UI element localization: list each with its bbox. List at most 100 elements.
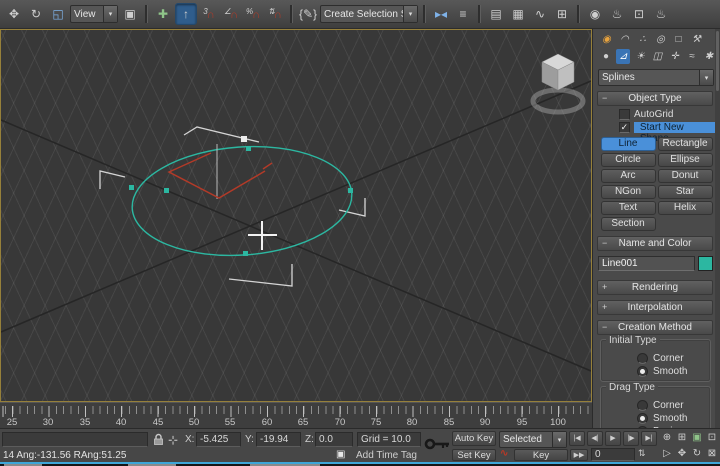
viewcube-ring[interactable] [533, 90, 583, 112]
key-tangent-icon[interactable]: ∿ [500, 448, 508, 459]
zoom-all-button[interactable]: ⊞ [675, 431, 689, 445]
shape-button-helix[interactable]: Helix [658, 201, 713, 215]
select-and-move-button[interactable]: ✥ [4, 4, 24, 24]
z-coordinate-field[interactable]: 0.0 [315, 432, 353, 447]
spline-vertex[interactable] [348, 188, 353, 193]
add-time-tag[interactable]: Add Time Tag [356, 450, 417, 461]
rollout-name-and-color[interactable]: − Name and Color [597, 236, 713, 251]
snap-toggle-3d-button[interactable]: 3∩ [199, 4, 219, 24]
category-cameras[interactable]: ◫ [650, 49, 664, 64]
object-color-swatch[interactable] [698, 256, 713, 271]
pan-view-button[interactable]: ✥ [675, 448, 689, 460]
keyboard-shortcut-override-button[interactable]: ↑ [175, 3, 197, 25]
viewcube[interactable] [529, 44, 587, 120]
tab-utilities[interactable]: ⚒ [689, 32, 704, 47]
shape-button-rectangle[interactable]: Rectangle [658, 137, 713, 151]
tab-modify[interactable]: ◠ [617, 32, 632, 47]
tab-hierarchy[interactable]: ∴ [635, 32, 650, 47]
shape-button-ngon[interactable]: NGon [601, 185, 656, 199]
panel-scrollbar[interactable] [715, 29, 720, 428]
previous-frame-button[interactable]: ◀| [587, 431, 603, 446]
y-coordinate-field[interactable]: -19.94 [256, 432, 301, 447]
layer-manager-button[interactable]: ▤ [486, 4, 506, 24]
start-new-shape-checkbox[interactable]: ✓ [619, 122, 630, 133]
shape-button-star[interactable]: Star [658, 185, 713, 199]
shape-button-ellipse[interactable]: Ellipse [658, 153, 713, 167]
curve-editor-button[interactable]: ∿ [530, 4, 550, 24]
spinner-snap-button[interactable]: ⇅∩ [265, 4, 285, 24]
shape-button-section[interactable]: Section [601, 217, 656, 231]
tab-create[interactable]: ◉ [599, 32, 614, 47]
category-systems[interactable]: ✱ [702, 49, 716, 64]
perspective-viewport[interactable] [0, 29, 592, 402]
go-to-start-button[interactable]: |◀ [569, 431, 585, 446]
category-helpers[interactable]: ✛ [668, 49, 682, 64]
select-and-scale-button[interactable]: ◱ [48, 4, 68, 24]
rollout-interpolation[interactable]: + Interpolation [597, 300, 713, 315]
rollout-creation-method[interactable]: − Creation Method [597, 320, 713, 335]
angle-snap-button[interactable]: ∠∩ [221, 4, 241, 24]
shape-category-dropdown[interactable]: Splines ▾ [598, 69, 714, 86]
spline-first-vertex[interactable] [241, 136, 247, 142]
auto-key-button[interactable]: Auto Key [452, 431, 496, 446]
shape-button-text[interactable]: Text [601, 201, 656, 215]
render-production-button[interactable]: ♨ [651, 4, 671, 24]
key-selection-dropdown[interactable]: Selected ▾ [499, 431, 567, 448]
maximize-viewport-button[interactable]: ⊠ [705, 448, 719, 460]
category-geometry[interactable]: ● [599, 49, 613, 64]
object-name-field[interactable]: Line001 [598, 256, 695, 271]
selection-lock-icon[interactable] [153, 433, 164, 446]
rollout-object-type[interactable]: − Object Type [597, 91, 713, 106]
spline-vertex[interactable] [164, 188, 169, 193]
key-filters-button[interactable]: Key Filters... [514, 449, 568, 461]
use-pivot-center-button[interactable]: ▣ [120, 4, 140, 24]
category-shapes[interactable]: ⊿ [616, 49, 630, 64]
category-spacewarps[interactable]: ≈ [685, 49, 699, 64]
percent-snap-button[interactable]: %∩ [243, 4, 263, 24]
spline-vertex[interactable] [243, 251, 248, 256]
render-setup-button[interactable]: ♨ [607, 4, 627, 24]
status-toggle-icon[interactable]: ▣ [336, 449, 345, 460]
key-mode-toggle-button[interactable]: ▶▶ [570, 449, 588, 461]
orbit-button[interactable]: ↻ [690, 448, 704, 460]
spline-vertex[interactable] [129, 185, 134, 190]
select-and-manipulate-button[interactable]: ✚ [153, 4, 173, 24]
scrollbar-thumb[interactable] [716, 31, 719, 91]
shape-button-donut[interactable]: Donut [658, 169, 713, 183]
zoom-region-button[interactable]: ⊡ [705, 431, 719, 445]
drag-type-corner-radio[interactable] [637, 400, 648, 411]
tab-motion[interactable]: ◎ [653, 32, 668, 47]
reference-coordinate-dropdown[interactable]: View ▾ [70, 5, 118, 23]
shape-button-arc[interactable]: Arc [601, 169, 656, 183]
autogrid-checkbox[interactable] [619, 109, 630, 120]
next-frame-button[interactable]: |▶ [623, 431, 639, 446]
track-bar[interactable]: 25 30 35 40 45 50 55 60 65 70 75 80 85 9… [0, 402, 592, 429]
align-button[interactable]: ≡ [453, 4, 473, 24]
frame-spinner[interactable]: ⇅ [638, 448, 646, 459]
schematic-view-button[interactable]: ⊞ [552, 4, 572, 24]
edit-named-selection-sets-button[interactable]: {✎} [298, 4, 318, 24]
initial-type-corner-radio[interactable] [637, 353, 648, 364]
x-coordinate-field[interactable]: -5.425 [196, 432, 241, 447]
category-lights[interactable]: ☀ [633, 49, 647, 64]
initial-type-smooth-radio[interactable] [637, 366, 648, 377]
material-editor-button[interactable]: ◉ [585, 4, 605, 24]
shape-button-circle[interactable]: Circle [601, 153, 656, 167]
play-button[interactable]: ▶ [605, 431, 621, 446]
select-and-rotate-button[interactable]: ↻ [26, 4, 46, 24]
set-key-button[interactable]: Set Key [452, 449, 496, 461]
tab-display[interactable]: □ [671, 32, 686, 47]
graphite-modeling-button[interactable]: ▦ [508, 4, 528, 24]
go-to-end-button[interactable]: ▶| [641, 431, 657, 446]
mirror-button[interactable]: ▸◂ [431, 4, 451, 24]
line-spline-curve[interactable] [129, 139, 356, 262]
spline-vertex[interactable] [246, 146, 251, 151]
start-new-shape-label[interactable]: Start New Shape [634, 122, 720, 133]
named-selection-set-dropdown[interactable]: Create Selection Se ▾ [320, 5, 418, 23]
rollout-rendering[interactable]: + Rendering [597, 280, 713, 295]
walk-through-button[interactable]: ▷ [660, 448, 674, 460]
drag-type-smooth-radio[interactable] [637, 413, 648, 424]
shape-button-line[interactable]: Line [601, 137, 656, 151]
set-keys-key-icon[interactable] [424, 435, 450, 453]
zoom-button[interactable]: ⊕ [660, 431, 674, 445]
